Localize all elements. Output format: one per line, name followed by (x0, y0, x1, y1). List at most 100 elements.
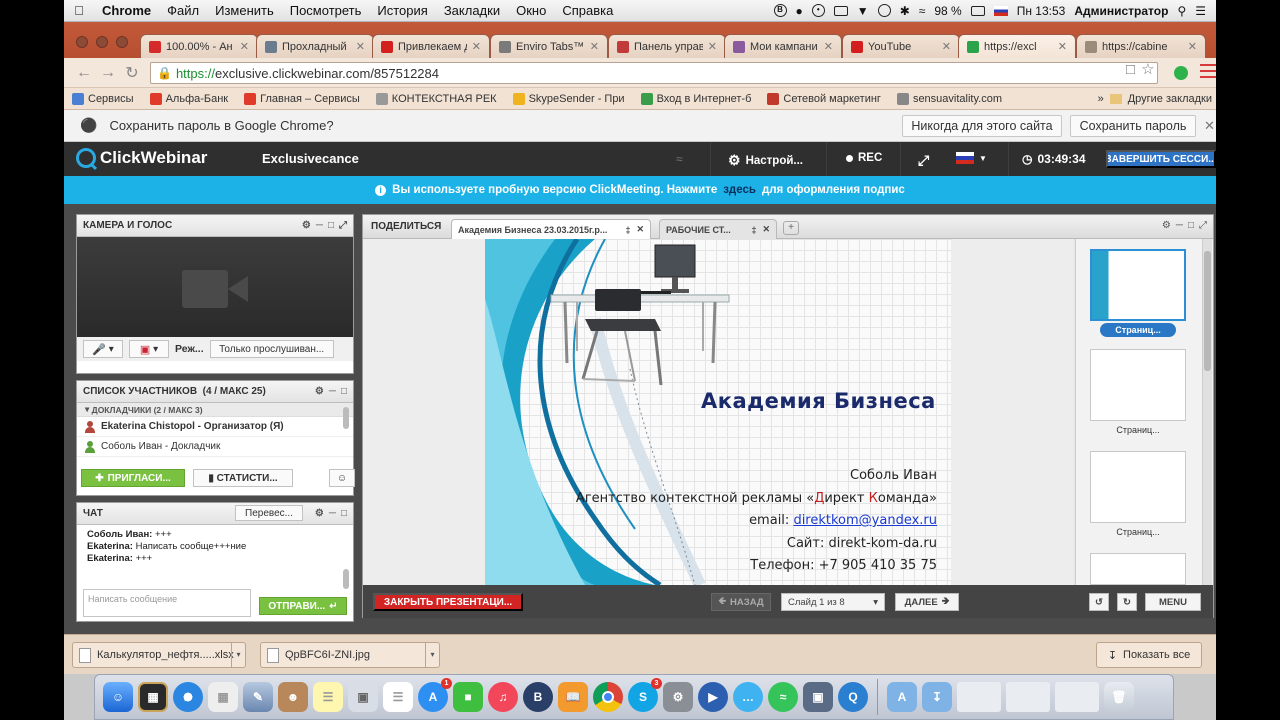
close-window-icon[interactable] (76, 36, 88, 48)
bookmark-item[interactable]: Сервисы (64, 92, 142, 105)
language-select[interactable]: ▼ (956, 152, 987, 164)
camera-toggle[interactable]: ▣ ▾ (129, 340, 169, 358)
participant-row[interactable]: Соболь Иван - Докладчик (77, 437, 353, 457)
tab-2[interactable]: Прохладный ✕ (256, 34, 374, 58)
tab-7[interactable]: YouTube ✕ (842, 34, 960, 58)
minimize-window-icon[interactable] (96, 36, 108, 48)
app-store-icon[interactable]: A1 (418, 678, 452, 712)
battery-icon[interactable] (970, 5, 985, 16)
paw-icon[interactable]: ● (796, 4, 803, 18)
close-tab-icon[interactable]: ✕ (636, 224, 644, 235)
minimize-icon[interactable]: ─ (1176, 220, 1183, 231)
close-icon[interactable]: ✕ (1204, 118, 1215, 134)
rotate-left-icon[interactable]: ↺ (1089, 593, 1109, 611)
messages-icon[interactable]: … (733, 682, 763, 712)
chat-scrollbar[interactable] (343, 569, 349, 589)
menu-history[interactable]: История (369, 3, 435, 18)
menu-edit[interactable]: Изменить (207, 3, 282, 18)
zoom-window-icon[interactable] (116, 36, 128, 48)
tab-9[interactable]: https://cabine ✕ (1076, 34, 1206, 58)
pin-icon[interactable]: ‡ (751, 225, 756, 235)
chrome-icon[interactable] (593, 682, 623, 712)
add-tab-icon[interactable]: + (783, 221, 799, 235)
download-item-2[interactable]: QpBFC6I-ZNI.jpg ▾ (260, 642, 440, 668)
mission-control-icon[interactable]: ▦ (138, 682, 168, 712)
close-tab-icon[interactable]: ✕ (472, 40, 481, 53)
participant-row[interactable]: Ekaterina Chistopol - Организатор (Я) (77, 417, 353, 437)
fullscreen-icon[interactable]: ⤢ (918, 152, 929, 169)
preview-icon[interactable]: ✎ (243, 682, 273, 712)
reminders-icon[interactable]: ☰ (383, 682, 413, 712)
input-flag-icon[interactable] (993, 5, 1008, 16)
tab-desktop[interactable]: РАБОЧИЕ СТ... ‡ ✕ (659, 219, 777, 239)
bookmarks-overflow[interactable]: » (1098, 93, 1104, 105)
notes-icon[interactable]: ☰ (313, 682, 343, 712)
gear-icon[interactable]: ⚙ (1162, 220, 1171, 231)
thumbnail-3[interactable] (1090, 451, 1186, 523)
translate-button[interactable]: Перевес... (235, 505, 303, 521)
window-icon[interactable]: □ (341, 508, 347, 519)
star-icon[interactable]: ☆ (1141, 60, 1154, 78)
close-tab-icon[interactable]: ✕ (1058, 40, 1067, 53)
gear-icon[interactable]: ⚙ (302, 220, 311, 231)
downloads-folder-icon[interactable]: ↧ (922, 682, 952, 712)
reload-icon[interactable]: ↻ (120, 63, 144, 83)
thumbnail-1[interactable] (1090, 249, 1186, 321)
trial-link[interactable]: здесь (723, 184, 756, 196)
email-link[interactable]: direktkom@yandex.ru (793, 513, 937, 528)
forward-icon[interactable]: → (96, 64, 120, 82)
thumbnail-4[interactable] (1090, 553, 1186, 585)
settings-button[interactable]: ⚙ Настрой... (728, 152, 803, 169)
other-bookmarks[interactable]: Другие закладки (1128, 93, 1212, 105)
bluetooth-icon[interactable]: ✱ (900, 4, 910, 18)
menu-bookmarks[interactable]: Закладки (436, 3, 508, 18)
clock-tray-icon[interactable] (877, 4, 891, 17)
bookmark-item[interactable]: Главная – Сервисы (236, 92, 368, 105)
recent-window-1[interactable] (957, 682, 1001, 712)
clock-text[interactable]: Пн 13:53 (1017, 4, 1066, 18)
rotate-right-icon[interactable]: ↻ (1117, 593, 1137, 611)
close-presentation-button[interactable]: ЗАКРЫТЬ ПРЕЗЕНТАЦИ... (373, 593, 523, 611)
address-bar[interactable]: 🔒 https://exclusive.clickwebinar.com/857… (150, 62, 1158, 84)
tab-1[interactable]: 100.00% - Ан ✕ (140, 34, 258, 58)
screen-tray-icon[interactable] (833, 5, 848, 16)
minimize-icon[interactable]: ─ (329, 386, 336, 397)
tab-4[interactable]: Enviro Tabs™ ✕ (490, 34, 608, 58)
close-tab-icon[interactable]: ✕ (942, 40, 951, 53)
quicktime-icon[interactable]: ▶ (698, 682, 728, 712)
trash-icon[interactable]: 🗑 (1104, 682, 1134, 712)
contacts-icon[interactable]: ☻ (278, 682, 308, 712)
recent-window-2[interactable] (1006, 682, 1050, 712)
invite-button[interactable]: ✚ ПРИГЛАСИ... (81, 469, 185, 487)
ibooks-icon[interactable]: 📖 (558, 682, 588, 712)
tab-6[interactable]: Мои кампани ✕ (724, 34, 842, 58)
emoji-button[interactable]: ☺ (329, 469, 355, 487)
save-password-button[interactable]: Сохранить пароль (1070, 115, 1196, 137)
send-button[interactable]: ОТПРАВИ... ↵ (259, 597, 347, 615)
close-tab-icon[interactable]: ✕ (356, 40, 365, 53)
never-save-button[interactable]: Никогда для этого сайта (902, 115, 1062, 137)
window-icon[interactable]: □ (1188, 220, 1194, 231)
show-all-downloads[interactable]: ↧ Показать все (1096, 642, 1202, 668)
scrollbar-thumb[interactable] (1204, 251, 1211, 371)
minimize-icon[interactable]: ─ (316, 220, 323, 231)
tab-3[interactable]: Привлекаем д ✕ (372, 34, 490, 58)
menu-view[interactable]: Посмотреть (282, 3, 370, 18)
facetime-icon[interactable]: ■ (453, 682, 483, 712)
close-tab-icon[interactable]: ✕ (240, 40, 249, 53)
mic-toggle[interactable]: 🎤 ▾ (83, 340, 123, 358)
spotify-icon[interactable]: ≈ (768, 682, 798, 712)
notification-center-icon[interactable]: ☰ (1195, 4, 1206, 18)
bookmark-item[interactable]: Сетевой маркетинг (759, 92, 889, 105)
quicktime-player-icon[interactable]: Q (838, 682, 868, 712)
rec-button[interactable]: REC (846, 152, 882, 164)
bookmark-item[interactable]: Альфа-Банк (142, 92, 237, 105)
close-tab-icon[interactable]: ✕ (1188, 40, 1197, 53)
chevron-down-icon[interactable]: ▾ (231, 643, 245, 667)
tab-5[interactable]: Панель управ ✕ (608, 34, 726, 58)
menu-app-name[interactable]: Chrome (94, 3, 159, 18)
thumbnail-scrollbar[interactable] (1202, 239, 1212, 585)
next-slide-button[interactable]: ДАЛЕЕ 🡺 (895, 593, 959, 611)
menu-help[interactable]: Справка (554, 3, 621, 18)
user-name[interactable]: Администратор (1074, 4, 1168, 18)
